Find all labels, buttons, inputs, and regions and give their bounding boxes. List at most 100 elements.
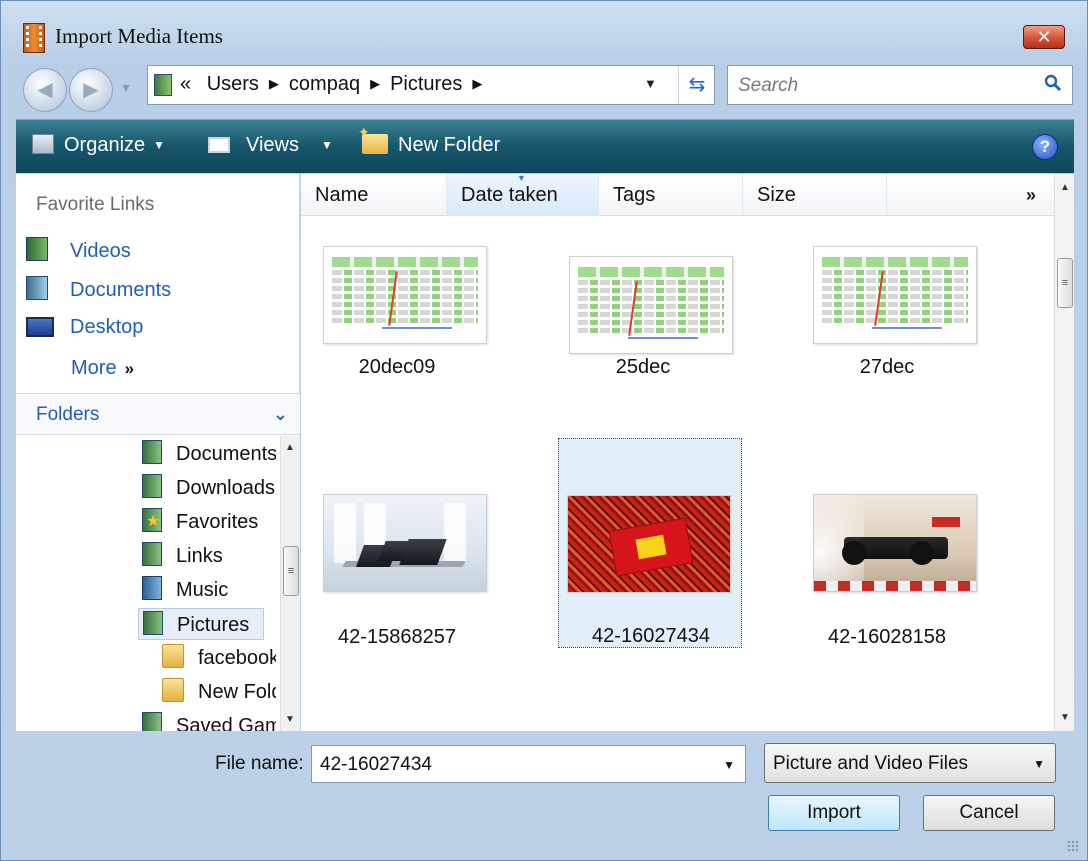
spreadsheet-thumbnail-image — [332, 257, 478, 335]
import-button[interactable]: Import — [768, 795, 900, 831]
folder-tree-scrollbar[interactable]: ▲ ≡ ▼ — [280, 436, 300, 731]
tree-item-favorites[interactable]: Favorites — [142, 508, 276, 540]
column-header-name[interactable]: Name — [301, 174, 447, 216]
favorites-star-icon — [142, 508, 162, 532]
file-item[interactable]: 42-15868257 — [305, 440, 489, 648]
folder-icon — [162, 644, 184, 668]
scroll-down-icon[interactable]: ▼ — [1060, 712, 1070, 723]
views-icon — [208, 137, 230, 153]
library-icon — [142, 712, 162, 731]
file-item[interactable]: 20dec09 — [305, 240, 489, 448]
search-box[interactable]: Search — [727, 65, 1073, 105]
race-car-photo — [813, 494, 977, 592]
tree-item-saved-games[interactable]: Saved Games — [142, 712, 276, 731]
favorite-link-label: Desktop — [70, 316, 144, 338]
file-item[interactable]: 42-16028158 — [795, 440, 979, 648]
cancel-button[interactable]: Cancel — [923, 795, 1055, 831]
new-folder-icon — [358, 124, 388, 154]
breadcrumb-separator[interactable]: ▶ — [472, 76, 482, 91]
address-bar[interactable]: « Users ▶ compaq ▶ Pictures ▶ ▼ ⇆ — [147, 65, 715, 105]
folders-label: Folders — [36, 404, 100, 425]
tree-item-downloads[interactable]: Downloads — [142, 474, 276, 506]
file-type-value: Picture and Video Files — [773, 753, 969, 774]
chevron-down-icon: ▼ — [321, 138, 333, 152]
file-item-selected[interactable]: 42-16027434 — [558, 438, 742, 648]
favorite-links-heading: Favorite Links — [36, 194, 155, 215]
more-links-button[interactable]: More » — [71, 357, 134, 380]
refresh-button[interactable]: ⇆ — [678, 66, 715, 104]
scroll-up-icon[interactable]: ▲ — [1060, 182, 1070, 193]
views-label: Views — [246, 134, 299, 156]
organize-icon — [32, 134, 54, 154]
recent-pages-dropdown[interactable]: ▼ — [120, 81, 132, 95]
tree-item-documents[interactable]: Documents — [142, 440, 276, 472]
views-button[interactable]: Views ▼ — [208, 134, 333, 157]
favorite-link-documents[interactable]: Documents — [26, 276, 171, 302]
file-item[interactable]: 27dec — [795, 240, 979, 448]
title-bar: Import Media Items ✕ — [1, 1, 1087, 63]
file-name-label: File name: — [215, 753, 304, 774]
search-icon[interactable] — [1044, 74, 1062, 92]
breadcrumb-overflow[interactable]: « — [180, 73, 191, 95]
search-input[interactable]: Search — [738, 75, 798, 97]
tree-item-label: Links — [176, 545, 223, 567]
import-media-dialog: Import Media Items ✕ ◀ ▶ ▼ « Users ▶ compa… — [0, 0, 1088, 861]
breadcrumb-item-users[interactable]: Users — [207, 73, 259, 95]
spreadsheet-thumbnail-image — [822, 257, 968, 335]
command-bar: Organize ▼ Views ▼ New Folder ? — [16, 119, 1074, 173]
file-thumbnail — [569, 256, 733, 354]
resize-grip-icon[interactable] — [1067, 840, 1079, 852]
new-folder-button[interactable]: New Folder — [358, 124, 501, 157]
file-type-select[interactable]: Picture and Video Files ▼ — [764, 743, 1056, 783]
file-name-value[interactable]: 42-16027434 — [320, 754, 432, 776]
file-name-input[interactable]: 42-16027434 ▼ — [311, 745, 746, 783]
office-laptops-photo — [323, 494, 487, 592]
file-item[interactable]: 25dec — [551, 240, 735, 448]
folder-tree: Documents Downloads Favorites Links Musi… — [16, 436, 280, 731]
more-columns-chevron-icon[interactable]: » — [1026, 185, 1036, 206]
help-button[interactable]: ? — [1032, 134, 1058, 160]
close-button[interactable]: ✕ — [1023, 25, 1065, 49]
tree-item-new-folder[interactable]: New Folder — [162, 678, 276, 710]
favorite-link-label: Documents — [70, 279, 172, 301]
new-folder-label: New Folder — [398, 134, 501, 156]
navigation-pane: Favorite Links Videos Documents Desktop … — [16, 174, 300, 731]
spreadsheet-thumbnail-image — [578, 267, 724, 345]
videos-library-icon — [26, 237, 48, 261]
address-dropdown-icon[interactable]: ▼ — [644, 76, 657, 91]
tree-item-music[interactable]: Music — [142, 576, 276, 608]
tree-item-links[interactable]: Links — [142, 542, 276, 574]
tree-item-label: New Folder — [198, 681, 276, 703]
forward-button[interactable]: ▶ — [69, 68, 113, 112]
folders-header[interactable]: Folders ⌄ — [16, 393, 300, 435]
column-header-size[interactable]: Size — [743, 174, 887, 216]
file-name-label: 27dec — [859, 356, 915, 378]
scrollbar-thumb[interactable]: ≡ — [1057, 258, 1073, 308]
file-name-label: 42-16027434 — [592, 625, 710, 647]
scrollbar-thumb[interactable]: ≡ — [283, 546, 299, 596]
chevron-down-icon[interactable]: ▼ — [723, 758, 735, 772]
favorite-link-desktop[interactable]: Desktop — [26, 316, 143, 339]
tree-item-label: Favorites — [176, 511, 259, 533]
file-name-label: 42-16028158 — [828, 626, 946, 648]
breadcrumb-separator[interactable]: ▶ — [269, 76, 279, 91]
scroll-down-icon[interactable]: ▼ — [285, 714, 295, 725]
library-icon — [142, 542, 162, 566]
breadcrumb-item-pictures[interactable]: Pictures — [390, 73, 462, 95]
column-header-label: Date taken — [461, 184, 558, 206]
breadcrumb-separator[interactable]: ▶ — [370, 76, 380, 91]
column-header-date-taken[interactable]: ▼ Date taken — [447, 173, 599, 216]
tree-item-pictures[interactable]: Pictures — [138, 608, 264, 640]
tree-item-facebook[interactable]: facebook — [162, 644, 276, 676]
breadcrumb-item-compaq[interactable]: compaq — [289, 73, 360, 95]
ferrari-crowd-photo — [567, 495, 731, 593]
library-icon — [142, 474, 162, 498]
back-button[interactable]: ◀ — [23, 68, 67, 112]
file-list-scrollbar[interactable]: ▲ ≡ ▼ — [1054, 174, 1074, 731]
more-label: More — [71, 357, 117, 379]
organize-button[interactable]: Organize ▼ — [32, 134, 165, 157]
scroll-up-icon[interactable]: ▲ — [285, 442, 295, 453]
column-header-tags[interactable]: Tags — [599, 174, 743, 216]
library-icon — [142, 440, 162, 464]
favorite-link-videos[interactable]: Videos — [26, 237, 131, 263]
